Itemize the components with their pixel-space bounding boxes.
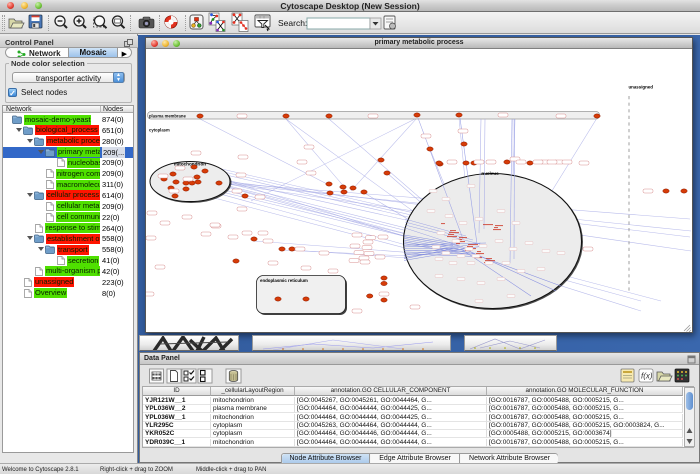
svg-text:Search:: Search: [278, 18, 307, 28]
svg-text:endoplasmic reticulum: endoplasmic reticulum [260, 278, 308, 283]
svg-text:nucleus: nucleus [481, 171, 499, 176]
svg-text:cytoplasm: cytoplasm [149, 128, 170, 133]
svg-text:unassigned: unassigned [629, 85, 654, 90]
svg-text:f(x): f(x) [641, 372, 653, 381]
svg-text:plasma membrane: plasma membrane [149, 114, 186, 119]
